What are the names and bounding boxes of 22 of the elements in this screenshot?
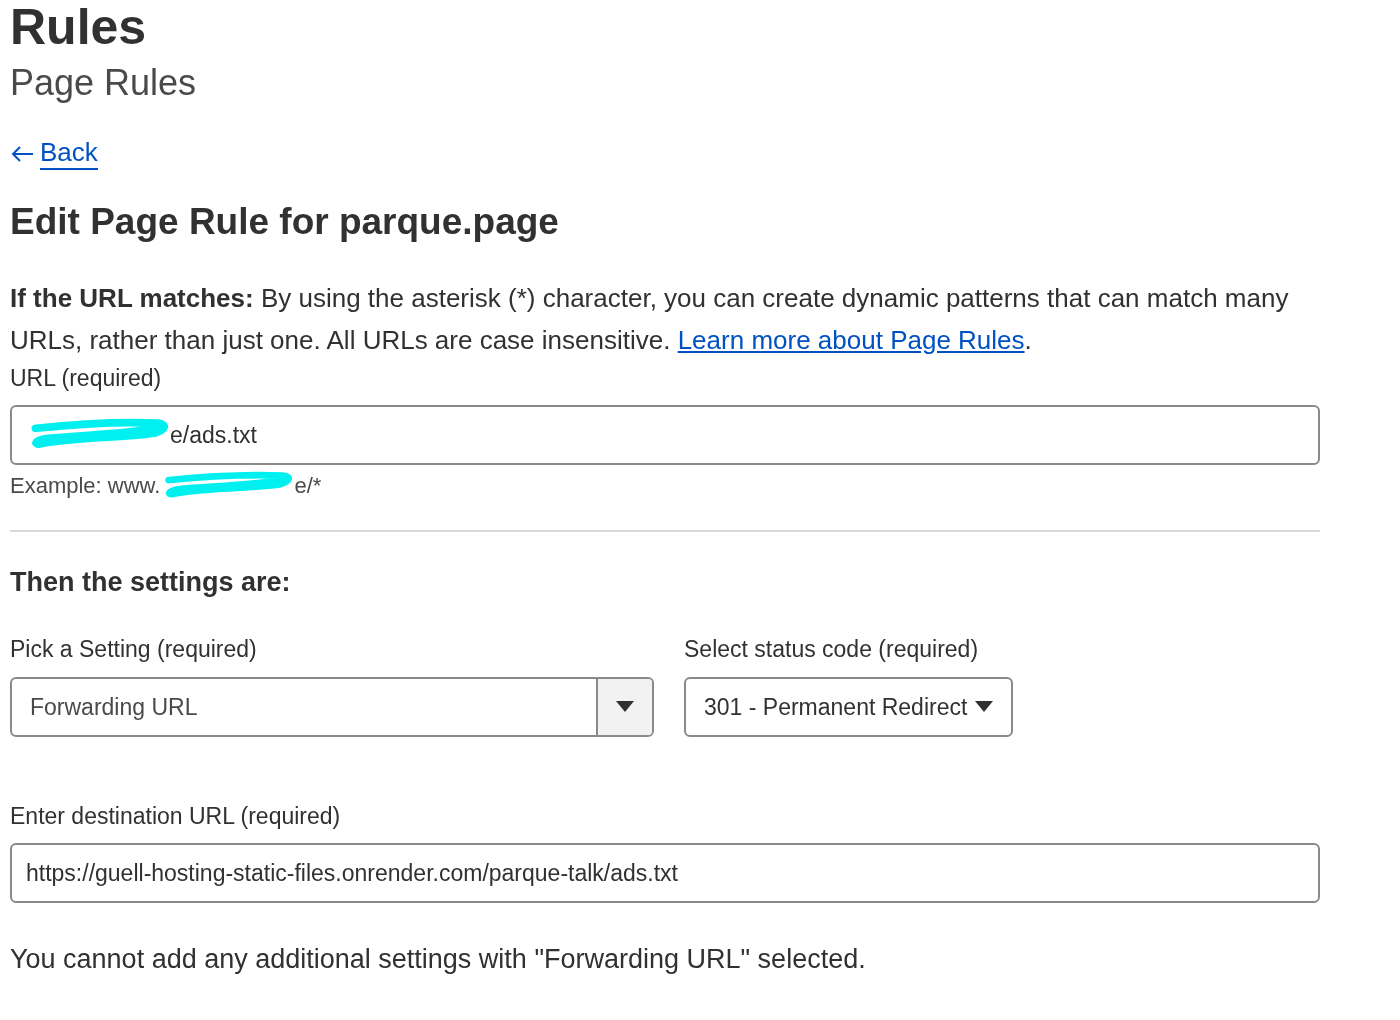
setting-select[interactable]: Forwarding URL: [10, 676, 654, 737]
field-label: Select status code (required): [684, 635, 980, 665]
example-hint: Example: www.: [10, 472, 161, 500]
section-heading: Edit Page Rule for parque.page: [10, 200, 560, 245]
learn-more-link[interactable]: Learn more about Page Rules: [677, 324, 1025, 355]
field-label: URL (required): [10, 363, 163, 393]
info-note: You cannot add any additional settings with "Forwarding URL" selected.: [10, 943, 867, 977]
destination-url-field[interactable]: https://guell-hosting-static-files.onrender.com/parque-talk/ads.txt: [10, 843, 1320, 904]
caret-icon: [975, 701, 994, 713]
intro-paragraph: If the URL matches: By using the asterisk (*) character, you can create dynamic patterns that can match many URLs, rather than just one. All URLs are case insensitive. Learn more about Page Rules.: [10, 281, 1290, 357]
field-label: Enter destination URL (required): [10, 801, 342, 831]
url-input-field[interactable]: e/ads.txt: [10, 405, 1320, 465]
caret-icon: [616, 701, 634, 713]
example-hint: e/*: [294, 472, 322, 500]
back-link[interactable]: Back: [10, 138, 98, 171]
dropdown-toggle[interactable]: [596, 678, 652, 735]
back-arrow-icon: [10, 145, 34, 164]
page-subtitle: Page Rules: [10, 61, 198, 105]
field-label: Pick a Setting (required): [10, 635, 258, 665]
status-code-select[interactable]: 301 - Permanent Redirect: [684, 676, 1014, 737]
settings-heading: Then the settings are:: [10, 566, 292, 599]
page-title: Rules: [10, 0, 148, 55]
